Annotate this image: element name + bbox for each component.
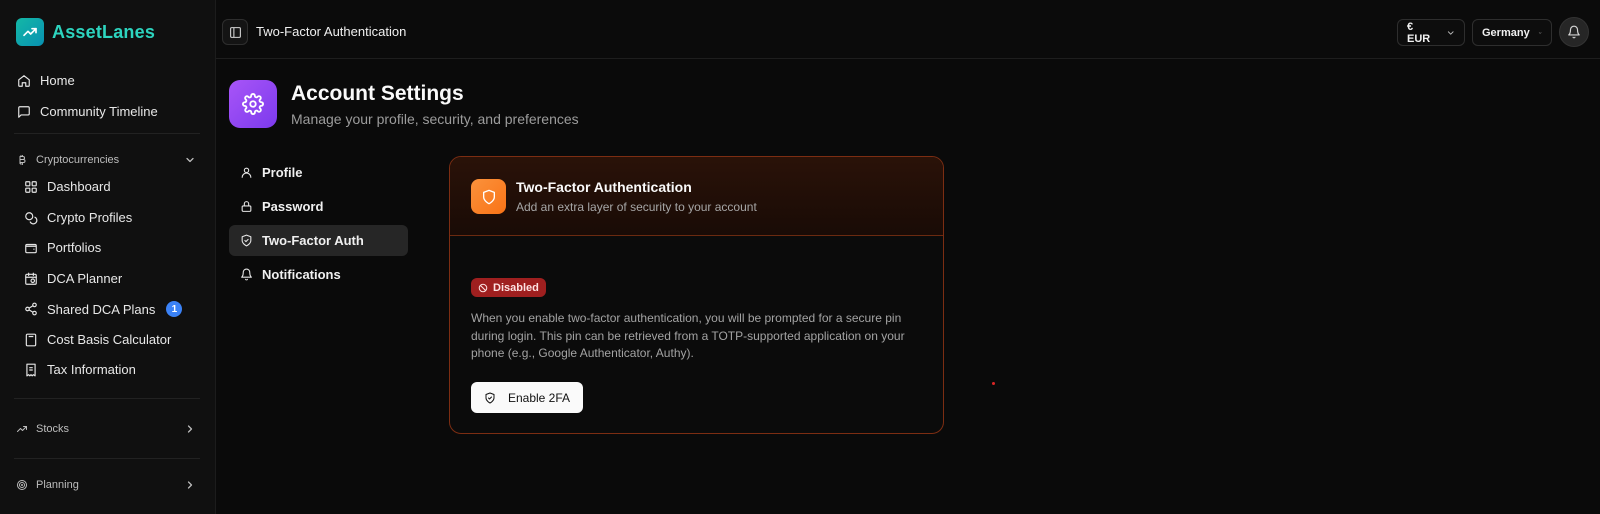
chevron-right-icon (187, 425, 193, 433)
settings-tab-label: Notifications (262, 267, 341, 282)
settings-tab-label: Two-Factor Auth (262, 233, 364, 248)
wallet-icon (25, 243, 37, 253)
notifications-button[interactable] (1559, 17, 1589, 47)
shield-icon (471, 179, 506, 214)
target-icon (17, 480, 27, 490)
panel-left-icon (229, 26, 241, 38)
chevron-down-icon (1538, 31, 1542, 34)
calculator-icon (25, 333, 37, 346)
sidebar-section-cryptocurrencies[interactable]: Cryptocurrencies (16, 154, 196, 166)
settings-tab-two-factor-auth[interactable]: Two-Factor Auth (229, 225, 408, 256)
sidebar-divider (14, 398, 200, 399)
card-subtitle: Add an extra layer of security to your a… (516, 200, 757, 214)
settings-tab-password[interactable]: Password (229, 191, 408, 222)
brand[interactable]: AssetLanes (16, 18, 155, 46)
shield-check-icon (241, 234, 252, 247)
calendar-clock-icon (25, 272, 37, 285)
chevron-right-icon (187, 481, 193, 489)
sidebar-item-label: Community Timeline (40, 104, 158, 119)
section-label: Stocks (36, 423, 70, 435)
settings-tab-profile[interactable]: Profile (229, 157, 408, 188)
enable-2fa-button[interactable]: Enable 2FA (471, 382, 583, 413)
home-icon (18, 74, 30, 87)
sidebar-divider (14, 458, 200, 459)
sidebar-item-cost-basis-calculator[interactable]: Cost Basis Calculator (24, 332, 171, 347)
sidebar-item-label: Home (40, 73, 75, 88)
sidebar-item-label: DCA Planner (47, 271, 123, 286)
section-label: Cryptocurrencies (36, 154, 120, 166)
ban-icon (478, 283, 488, 292)
page-title: Account Settings (291, 82, 464, 105)
country-value: Germany (1482, 26, 1530, 39)
sidebar-item-label: Cost Basis Calculator (47, 332, 172, 347)
card-description: When you enable two-factor authenticatio… (471, 311, 905, 360)
country-select[interactable]: Germany (1472, 19, 1552, 46)
currency-value: € EUR (1407, 20, 1431, 45)
breadcrumb-title: Two-Factor Authentication (256, 24, 407, 39)
sidebar-item-label: Crypto Profiles (47, 210, 133, 225)
card-title: Two-Factor Authentication (516, 179, 692, 195)
share-icon (25, 302, 37, 316)
card-header: Two-Factor Authentication Add an extra l… (450, 157, 943, 236)
topbar: Two-Factor Authentication € EUR Germany (216, 0, 1600, 59)
shield-check-icon (485, 392, 495, 403)
sidebar-item-shared-dca-plans[interactable]: Shared DCA Plans 1 (24, 301, 183, 317)
section-label: Planning (36, 479, 79, 491)
brand-name: AssetLanes (52, 21, 156, 42)
sidebar-item-dca-planner[interactable]: DCA Planner (24, 271, 122, 286)
message-square-icon (18, 105, 30, 118)
sidebar-item-tax-information[interactable]: Tax Information (24, 362, 136, 377)
user-icon (241, 167, 252, 178)
sidebar-item-label: Portfolios (47, 240, 102, 255)
sidebar-item-crypto-profiles[interactable]: Crypto Profiles (24, 210, 132, 225)
sidebar-toggle-button[interactable] (222, 19, 248, 45)
status-label: Disabled (493, 281, 539, 294)
bell-icon (1568, 25, 1580, 39)
sidebar-item-community-timeline[interactable]: Community Timeline (17, 104, 158, 119)
trending-up-icon (17, 426, 27, 432)
status-badge: Disabled (471, 278, 546, 297)
sidebar-item-home[interactable]: Home (17, 73, 75, 88)
enable-2fa-label: Enable 2FA (507, 390, 571, 405)
lock-icon (241, 201, 252, 212)
sidebar-item-portfolios[interactable]: Portfolios (24, 240, 101, 255)
sidebar-item-label: Shared DCA Plans (47, 301, 156, 317)
sidebar-item-dashboard[interactable]: Dashboard (24, 179, 111, 194)
sidebar-item-label: Tax Information (47, 362, 136, 377)
settings-icon (229, 80, 277, 128)
currency-select[interactable]: € EUR (1397, 19, 1465, 46)
cursor-dot (992, 382, 995, 385)
settings-tab-label: Profile (262, 165, 303, 180)
layout-grid-icon (25, 180, 37, 193)
bitcoin-icon (19, 155, 26, 165)
receipt-icon (26, 363, 36, 376)
settings-tab-notifications[interactable]: Notifications (229, 259, 408, 290)
chevron-down-icon (1447, 30, 1454, 35)
sidebar: AssetLanes Home Community Timeline Crypt… (0, 0, 216, 514)
sidebar-section-planning[interactable]: Planning (16, 479, 196, 491)
sidebar-divider (14, 133, 200, 134)
settings-tab-label: Password (262, 199, 324, 214)
two-factor-card: Two-Factor Authentication Add an extra l… (449, 156, 944, 434)
page-subtitle: Manage your profile, security, and prefe… (291, 111, 579, 127)
chevron-down-icon (186, 157, 194, 163)
sidebar-section-stocks[interactable]: Stocks (16, 423, 196, 435)
coins-icon (25, 211, 38, 224)
notification-count-badge: 1 (166, 301, 183, 317)
bell-icon (241, 268, 252, 281)
trending-up-icon (16, 18, 44, 46)
sidebar-item-label: Dashboard (47, 179, 111, 194)
